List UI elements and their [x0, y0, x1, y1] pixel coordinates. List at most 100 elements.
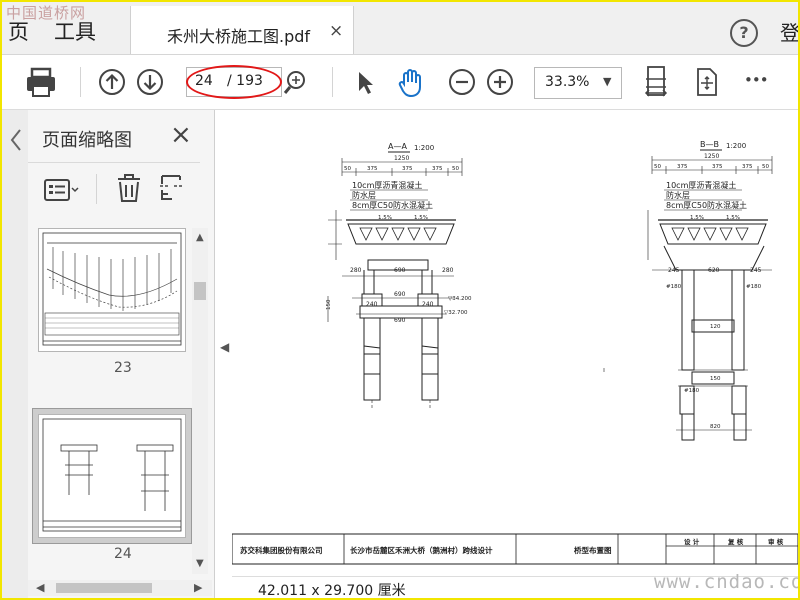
titleblock-design: 设 计 [684, 537, 700, 546]
titleblock-check: 审 核 [768, 537, 784, 546]
dim-total-a: 1250 [394, 155, 409, 162]
elevation-2: ▽32.700 [444, 310, 468, 316]
layer-2-b: 防水层 [666, 190, 690, 200]
dim-820: 820 [710, 424, 721, 430]
scroll-up-icon[interactable]: ▲ [196, 232, 204, 243]
thumbnail-number-23: 23 [114, 360, 132, 376]
scroll-thumb[interactable] [194, 282, 206, 300]
sidebar-close-icon[interactable]: × [170, 120, 192, 150]
section-a-scale: 1:200 [414, 144, 434, 152]
sidebar-separator [96, 174, 97, 204]
tab-title: 禾州大桥施工图.pdf [167, 27, 311, 46]
dim-b-2: 375 [677, 164, 688, 170]
zoom-value: 33.3% [545, 74, 590, 90]
scroll-left-icon[interactable]: ◀ [36, 581, 44, 594]
toolbar: 24 / 193 33.3% ▼ ••• [2, 55, 798, 110]
engineering-drawing: A—A 1:200 1250 50 375 375 375 50 10cm厚沥青… [231, 140, 798, 565]
titleblock-company: 苏交科集团股份有限公司 [240, 545, 323, 555]
top-menu-bar: 中国道桥网 页 工具 禾州大桥施工图.pdf × ? 登 [2, 2, 798, 55]
titleblock-project: 长沙市岳麓区禾洲大桥（鹅洲村）跨线设计 [350, 545, 493, 555]
menu-page[interactable]: 页 [8, 16, 29, 46]
dim-280-b: 280 [442, 267, 454, 274]
login-button[interactable]: 登 [780, 17, 798, 46]
titleblock-review: 复 核 [727, 537, 744, 546]
page-up-icon[interactable] [98, 68, 126, 96]
dim-b-5: 50 [762, 164, 769, 170]
scroll-down-icon[interactable]: ▼ [196, 558, 204, 569]
dim-620: 620 [708, 267, 720, 274]
thumbnail-horizontal-scrollbar[interactable]: ◀ ▶ [28, 580, 212, 596]
tab-close-icon[interactable]: × [329, 21, 343, 41]
zoom-search-icon[interactable] [282, 69, 310, 97]
layer-1-b: 10cm厚沥青混凝土 [666, 180, 736, 190]
hand-tool-icon[interactable] [396, 67, 426, 99]
document-view[interactable]: A—A 1:200 1250 50 375 375 375 50 10cm厚沥青… [231, 110, 798, 576]
dim-245-b: 245 [750, 267, 762, 274]
thumbnail-vertical-scrollbar[interactable]: ▲ ▼ [192, 228, 208, 574]
collapse-sidebar-icon[interactable]: ◀ [220, 340, 229, 354]
slope-a-2: 1.5% [414, 215, 428, 221]
layer-3-a: 8cm厚C50防水混凝土 [352, 200, 433, 210]
fit-page-icon[interactable] [642, 65, 672, 101]
thumbnail-number-24: 24 [114, 546, 132, 562]
dim-240-b: 240 [422, 301, 434, 308]
dim-a-1: 50 [344, 166, 351, 172]
document-tab[interactable]: 禾州大桥施工图.pdf × [130, 6, 354, 54]
dim-690-b: 690 [394, 291, 406, 298]
print-icon[interactable] [24, 67, 60, 99]
slope-b-1: 1.5% [690, 215, 704, 221]
dim-690-a: 690 [394, 267, 406, 274]
titleblock-drawing: 桥型布置图 [574, 545, 612, 555]
thumbnail-24-drawing [42, 418, 182, 532]
thumbnail-page-23[interactable] [38, 228, 186, 352]
layer-3-b: 8cm厚C50防水混凝土 [666, 200, 747, 210]
select-cursor-icon[interactable] [354, 69, 376, 97]
slope-b-2: 1.5% [726, 215, 740, 221]
dim-245-a: 245 [668, 267, 680, 274]
help-icon[interactable]: ? [730, 19, 758, 47]
toolbar-separator [332, 67, 333, 97]
thumbnail-sidebar: 页面缩略图 × 23 24 ▲ ▼ ◀ ▶ [2, 110, 215, 598]
elevation-1: ▽34.200 [448, 296, 472, 302]
section-b-scale: 1:200 [726, 142, 746, 150]
zoom-out-icon[interactable] [448, 68, 476, 96]
rotate-view-icon[interactable] [692, 67, 722, 99]
thumbnail-page-24[interactable] [38, 414, 186, 538]
dim-150-a: 150 [326, 299, 332, 310]
sidebar-divider [28, 162, 200, 163]
more-options-icon[interactable]: ••• [744, 71, 769, 89]
thumbnail-23-drawing [42, 232, 182, 346]
section-b-label: B—B [700, 140, 719, 149]
slope-a-1: 1.5% [378, 215, 392, 221]
section-a-label: A—A [388, 142, 407, 151]
trash-icon[interactable] [114, 172, 144, 204]
dim-120: 120 [710, 324, 721, 330]
sidebar-title: 页面缩略图 [42, 130, 132, 151]
sidebar-strip [2, 110, 28, 598]
dim-b-3: 375 [712, 164, 723, 170]
dim-total-b: 1250 [704, 153, 719, 160]
chevron-down-icon: ▼ [603, 75, 612, 88]
red-highlight-ellipse [186, 65, 282, 99]
menu-tools[interactable]: 工具 [54, 16, 96, 46]
toolbar-separator [80, 67, 81, 97]
dim-690-c: 690 [394, 317, 406, 324]
page-size-readout: 42.011 x 29.700 厘米 [258, 583, 406, 599]
dim-a-4: 375 [432, 166, 443, 172]
extract-pages-icon[interactable] [158, 172, 188, 204]
layer-2-a: 防水层 [352, 190, 376, 200]
horizontal-scroll-thumb[interactable] [56, 583, 152, 593]
dim-b-4: 375 [742, 164, 753, 170]
scroll-right-icon[interactable]: ▶ [194, 581, 202, 594]
dim-240-a: 240 [366, 301, 378, 308]
dim-a-2: 375 [367, 166, 378, 172]
dim-a-5: 50 [452, 166, 459, 172]
zoom-level-dropdown[interactable]: 33.3% ▼ [534, 67, 622, 99]
thumbnail-options-icon[interactable] [42, 176, 80, 204]
dim-b-1: 50 [654, 164, 661, 170]
page-down-icon[interactable] [136, 68, 164, 96]
zoom-in-icon[interactable] [486, 68, 514, 96]
dim-150-b: 150 [710, 376, 721, 382]
app-window: 中国道桥网 页 工具 禾州大桥施工图.pdf × ? 登 24 / 193 33… [0, 0, 800, 600]
dim-280: 280 [350, 267, 362, 274]
